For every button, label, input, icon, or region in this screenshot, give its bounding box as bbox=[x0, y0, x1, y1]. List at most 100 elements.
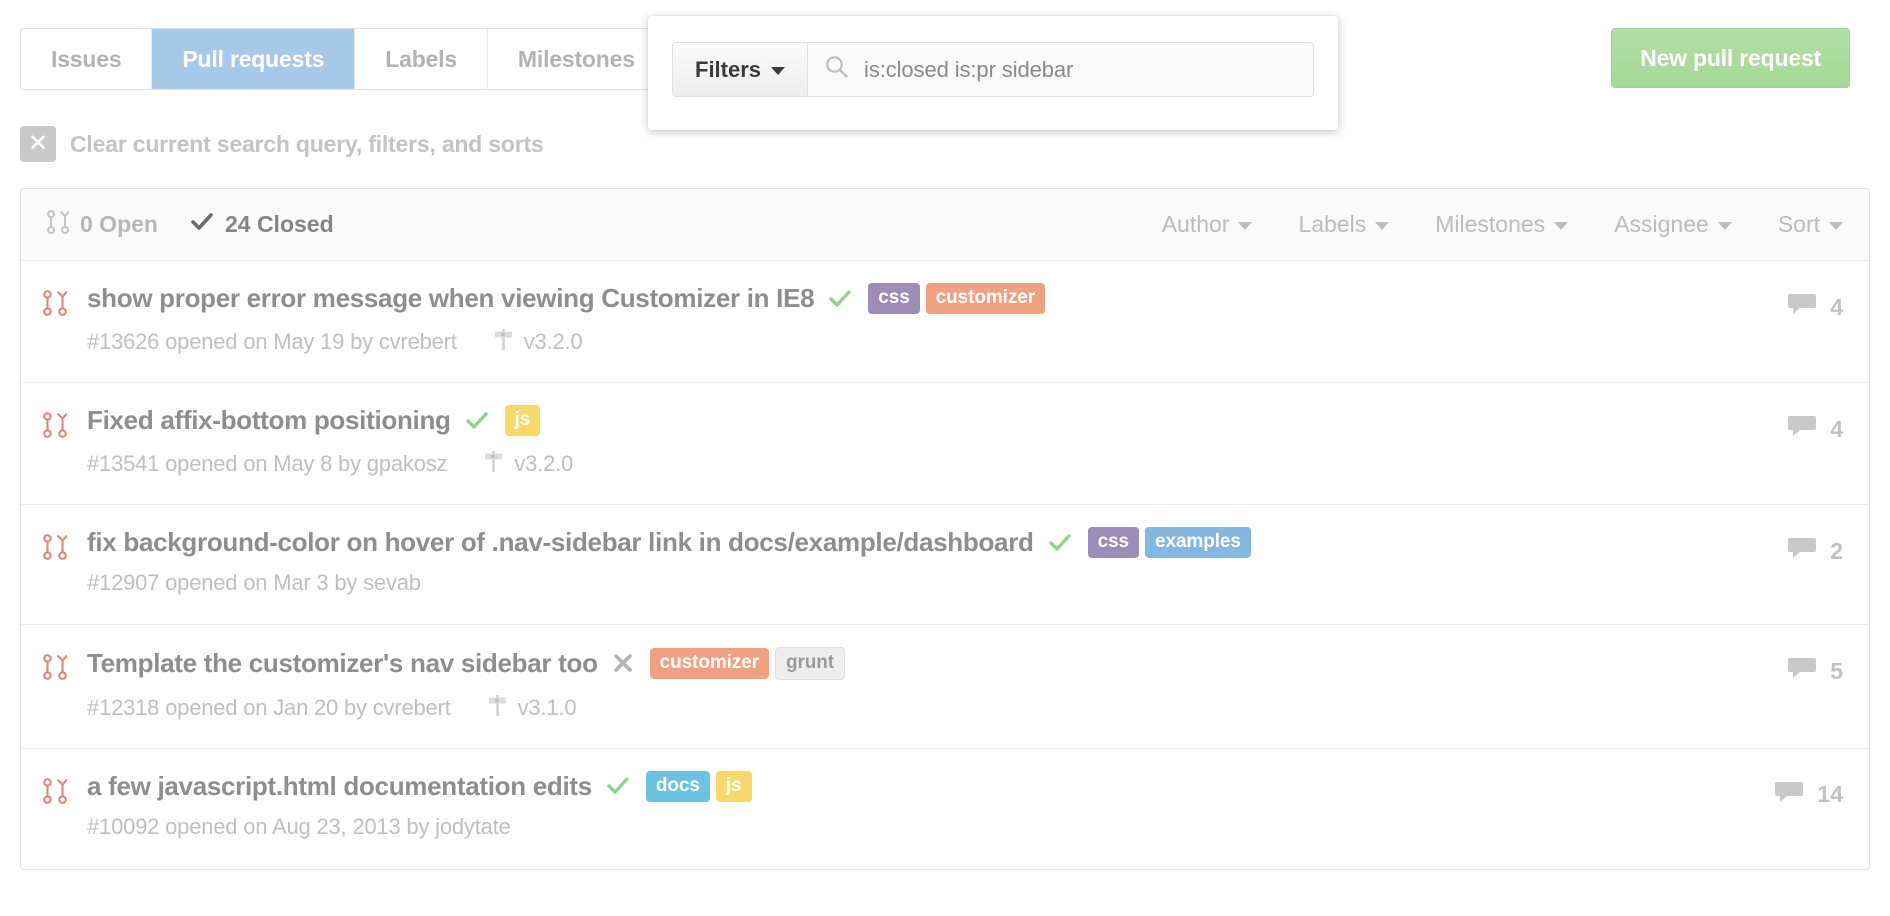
close-x-icon: ✕ bbox=[20, 126, 56, 162]
pull-requests-page: Issues Pull requests Labels Milestones F… bbox=[0, 0, 1890, 916]
pull-request-meta: #12318 opened on Jan 20 by cvrebert v3.1.… bbox=[87, 692, 1723, 724]
comment-count-label: 14 bbox=[1817, 781, 1843, 808]
open-count-label: 0 Open bbox=[80, 211, 158, 237]
pull-request-meta-text[interactable]: #13541 opened on May 8 by gpakosz bbox=[87, 451, 448, 477]
pull-request-title-line: Fixed affix-bottom positioning js bbox=[87, 405, 1723, 436]
milestone-label: v3.2.0 bbox=[523, 329, 583, 354]
label-list: docs js bbox=[645, 770, 752, 802]
tab-navigation: Issues Pull requests Labels Milestones bbox=[20, 28, 666, 90]
filters-label: Filters bbox=[695, 56, 762, 82]
pull-request-content: fix background-color on hover of .nav-si… bbox=[87, 527, 1723, 596]
label-badge[interactable]: examples bbox=[1145, 527, 1251, 558]
table-row[interactable]: Template the customizer's nav sidebar to… bbox=[21, 625, 1869, 749]
milestone-link[interactable]: v3.2.0 bbox=[483, 448, 573, 480]
search-popup-panel: Filters is:closed is:pr sidebar bbox=[648, 16, 1338, 130]
label-list: customizer grunt bbox=[649, 647, 846, 680]
label-badge[interactable]: css bbox=[1087, 527, 1140, 558]
check-icon bbox=[606, 775, 630, 797]
milestone-icon bbox=[483, 448, 505, 480]
table-row[interactable]: Fixed affix-bottom positioning js #13541 o… bbox=[21, 383, 1869, 505]
filter-milestones-dropdown[interactable]: Milestones bbox=[1435, 211, 1569, 238]
pull-request-icon bbox=[43, 283, 87, 322]
filter-labels-label: Labels bbox=[1298, 211, 1367, 237]
label-badge[interactable]: grunt bbox=[774, 647, 846, 680]
pull-request-title[interactable]: Template the customizer's nav sidebar to… bbox=[87, 648, 598, 679]
pull-request-meta-text[interactable]: #12318 opened on Jan 20 by cvrebert bbox=[87, 695, 451, 721]
pull-request-meta: #10092 opened on Aug 23, 2013 by jodytat… bbox=[87, 814, 1723, 840]
pull-request-meta: #13626 opened on May 19 by cvrebert v3.2.… bbox=[87, 326, 1723, 358]
label-badge[interactable]: js bbox=[715, 770, 752, 802]
label-badge[interactable]: css bbox=[868, 283, 920, 314]
search-query-text: is:closed is:pr sidebar bbox=[864, 56, 1074, 82]
table-row[interactable]: show proper error message when viewing C… bbox=[21, 261, 1869, 383]
filter-open-pull-requests[interactable]: 0 Open bbox=[47, 209, 158, 241]
state-filter-group: 0 Open 24 Closed bbox=[47, 209, 334, 241]
pull-request-content: show proper error message when viewing C… bbox=[87, 283, 1723, 358]
top-bar: Issues Pull requests Labels Milestones F… bbox=[20, 0, 1870, 130]
filter-sort-dropdown[interactable]: Sort bbox=[1778, 211, 1843, 238]
tab-issues[interactable]: Issues bbox=[21, 29, 153, 89]
milestone-label: v3.1.0 bbox=[517, 694, 577, 720]
filter-assignee-label: Assignee bbox=[1614, 211, 1709, 237]
comment-icon bbox=[1788, 413, 1818, 445]
new-pull-request-button[interactable]: New pull request bbox=[1611, 28, 1850, 88]
pull-request-rows: show proper error message when viewing C… bbox=[21, 261, 1869, 869]
filter-assignee-dropdown[interactable]: Assignee bbox=[1614, 211, 1732, 238]
tab-labels-label: Labels bbox=[385, 45, 457, 72]
comment-count[interactable]: 4 bbox=[1747, 405, 1843, 445]
milestone-label: v3.2.0 bbox=[514, 451, 574, 476]
pull-request-meta-text[interactable]: #10092 opened on Aug 23, 2013 by jodytat… bbox=[87, 814, 511, 840]
comment-icon bbox=[1788, 535, 1818, 567]
tab-pull-requests[interactable]: Pull requests bbox=[152, 29, 356, 89]
pull-request-content: a few javascript.html documentation edit… bbox=[87, 771, 1723, 840]
label-badge[interactable]: customizer bbox=[925, 283, 1046, 314]
pull-request-title[interactable]: fix background-color on hover of .nav-si… bbox=[87, 527, 1034, 558]
label-list: js bbox=[504, 405, 541, 436]
label-badge[interactable]: docs bbox=[645, 770, 710, 802]
clear-search-label: Clear current search query, filters, and… bbox=[70, 130, 544, 157]
label-badge[interactable]: js bbox=[504, 405, 541, 436]
pull-request-title[interactable]: show proper error message when viewing C… bbox=[87, 283, 815, 314]
comment-count[interactable]: 5 bbox=[1747, 647, 1843, 687]
comment-count[interactable]: 14 bbox=[1747, 771, 1843, 811]
tab-labels[interactable]: Labels bbox=[355, 29, 488, 89]
filter-author-label: Author bbox=[1161, 211, 1230, 237]
filters-dropdown-button[interactable]: Filters bbox=[673, 43, 809, 96]
pull-request-title-line: fix background-color on hover of .nav-si… bbox=[87, 527, 1723, 558]
pull-request-title-line: Template the customizer's nav sidebar to… bbox=[87, 647, 1723, 680]
label-badge[interactable]: customizer bbox=[649, 648, 769, 679]
pull-request-title-line: show proper error message when viewing C… bbox=[87, 283, 1723, 314]
check-icon bbox=[190, 211, 214, 239]
filter-sort-label: Sort bbox=[1777, 211, 1820, 237]
table-row[interactable]: fix background-color on hover of .nav-si… bbox=[21, 505, 1869, 625]
filter-labels-dropdown[interactable]: Labels bbox=[1298, 211, 1390, 238]
comment-count-label: 2 bbox=[1830, 537, 1843, 564]
comment-count-label: 4 bbox=[1830, 293, 1843, 320]
tab-milestones-label: Milestones bbox=[517, 45, 635, 72]
milestone-icon bbox=[487, 692, 509, 724]
filter-closed-pull-requests[interactable]: 24 Closed bbox=[190, 211, 334, 239]
tab-milestones[interactable]: Milestones bbox=[487, 29, 665, 89]
close-x-icon bbox=[612, 652, 634, 674]
comment-count[interactable]: 4 bbox=[1747, 283, 1843, 323]
filter-author-dropdown[interactable]: Author bbox=[1162, 211, 1253, 238]
milestone-link[interactable]: v3.2.0 bbox=[493, 326, 583, 358]
pull-request-meta-text[interactable]: #12907 opened on Mar 3 by sevab bbox=[87, 570, 421, 596]
check-icon bbox=[828, 288, 852, 310]
pull-request-meta-text[interactable]: #13626 opened on May 19 by cvrebert bbox=[87, 329, 457, 355]
search-input[interactable]: is:closed is:pr sidebar bbox=[808, 43, 1313, 96]
comment-count-label: 5 bbox=[1830, 657, 1843, 684]
search-icon bbox=[824, 54, 850, 85]
pull-request-icon bbox=[43, 527, 87, 566]
pull-request-icon bbox=[47, 209, 70, 241]
pull-request-icon bbox=[43, 405, 87, 444]
chevron-down-icon bbox=[1375, 222, 1390, 230]
search-bar: Filters is:closed is:pr sidebar bbox=[672, 42, 1314, 97]
milestone-link[interactable]: v3.1.0 bbox=[487, 692, 577, 724]
pull-request-title[interactable]: Fixed affix-bottom positioning bbox=[87, 405, 451, 436]
chevron-down-icon bbox=[1829, 222, 1843, 230]
pull-request-title-line: a few javascript.html documentation edit… bbox=[87, 771, 1723, 802]
comment-count[interactable]: 2 bbox=[1747, 527, 1843, 567]
table-row[interactable]: a few javascript.html documentation edit… bbox=[21, 748, 1869, 869]
pull-request-title[interactable]: a few javascript.html documentation edit… bbox=[87, 771, 592, 802]
